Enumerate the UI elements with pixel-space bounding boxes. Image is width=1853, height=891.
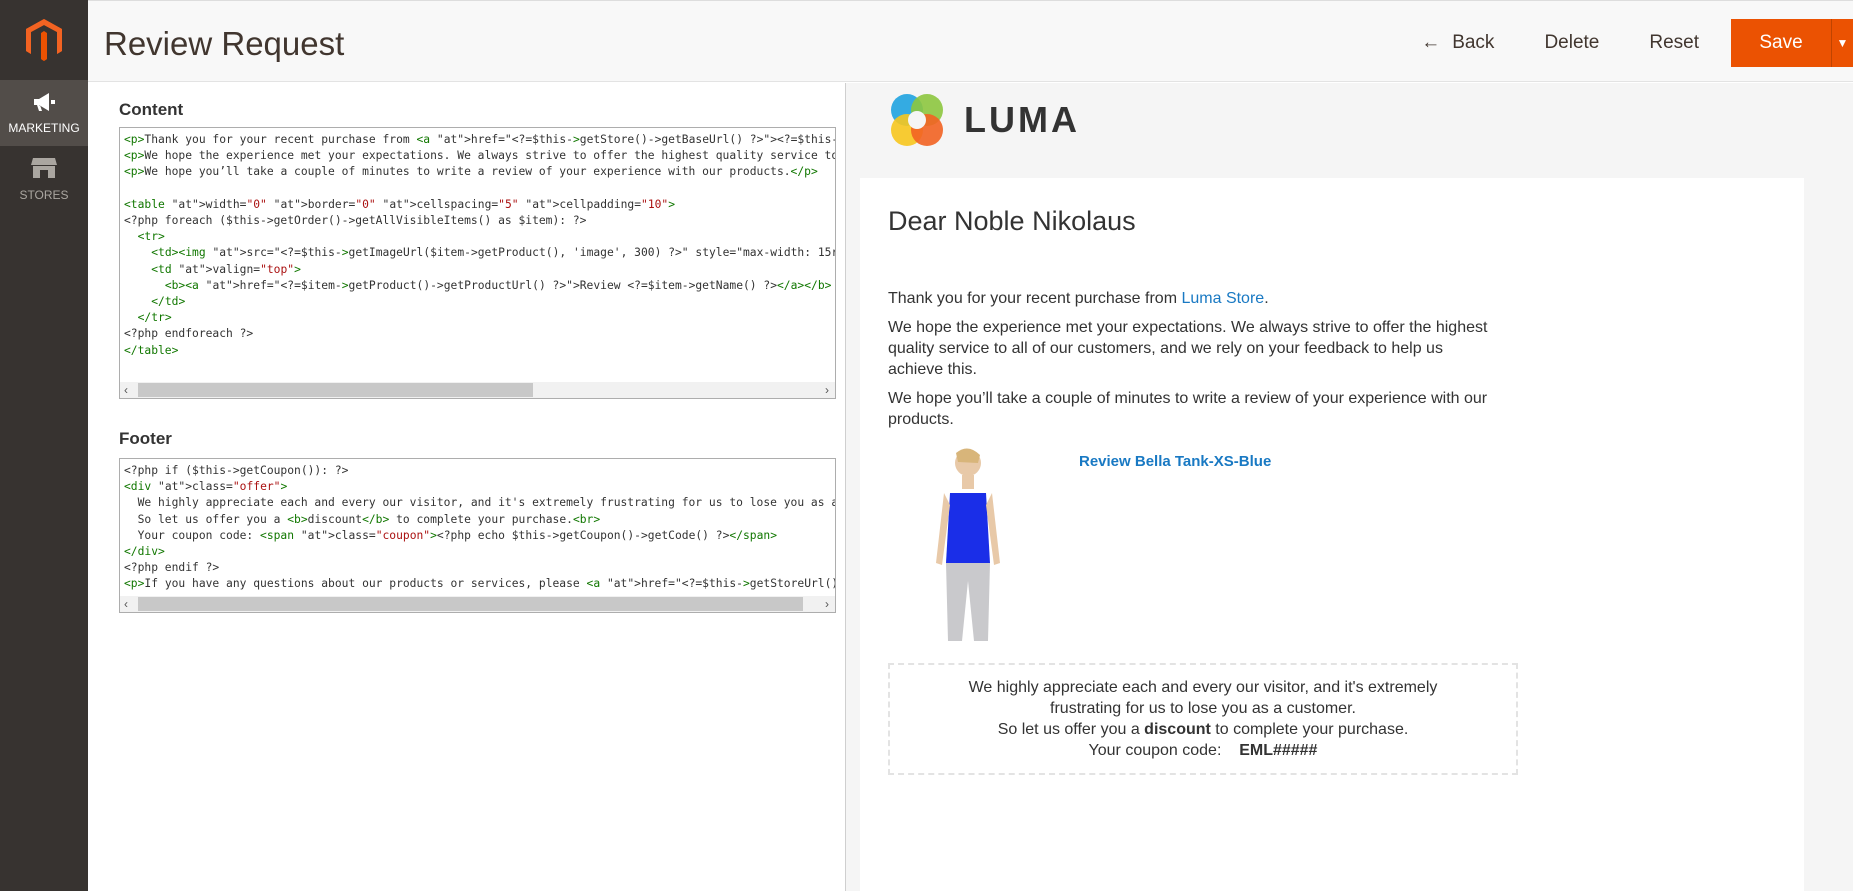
code-line: <?php endforeach ?> <box>124 327 254 341</box>
luma-wordmark: LUMA <box>964 99 1080 140</box>
caret-down-icon: ▼ <box>1836 36 1849 50</box>
store-icon <box>31 157 57 182</box>
back-label: Back <box>1452 32 1495 53</box>
coupon-code: EML##### <box>1239 742 1318 759</box>
text: . <box>1264 290 1269 307</box>
discount-text: discount <box>1144 721 1211 738</box>
code-line: <?php endif ?> <box>124 561 220 575</box>
product-image <box>888 445 1063 645</box>
footer-label: Footer <box>119 429 172 448</box>
sidebar: MARKETING STORES <box>0 0 88 891</box>
coupon-line: Your coupon code: EML##### <box>902 740 1504 761</box>
code-line: <p>Thank you for your recent purchase fr… <box>124 133 835 146</box>
code-line: <p>If you have any questions about our p… <box>124 577 835 591</box>
sidebar-item-marketing[interactable]: MARKETING <box>0 80 88 146</box>
email-preview: LUMA Dear Noble Nikolaus Thank you for y… <box>846 83 1853 891</box>
code-line: <p>We hope the experience met your expec… <box>124 149 835 163</box>
review-paragraph: We hope you’ll take a couple of minutes … <box>888 390 1488 428</box>
offer-discount-line: So let us offer you a discount to comple… <box>902 719 1504 740</box>
thanks-paragraph: Thank you for your recent purchase from … <box>888 288 1488 309</box>
greeting: Dear Noble Nikolaus <box>888 206 1136 236</box>
sidebar-item-stores[interactable]: STORES <box>0 146 88 212</box>
coupon-label: Your coupon code: <box>1088 742 1222 759</box>
text: So let us offer you a <box>997 721 1145 738</box>
content-code[interactable]: <p>Thank you for your recent purchase fr… <box>120 128 835 363</box>
save-button[interactable]: Save <box>1731 19 1831 67</box>
delete-button[interactable]: Delete <box>1519 32 1624 54</box>
scroll-left-icon[interactable]: ‹ <box>124 383 128 397</box>
text: to complete your purchase. <box>1210 721 1409 738</box>
code-line: <?php foreach ($this->getOrder()->getAll… <box>124 214 587 228</box>
sidebar-item-label: STORES <box>19 187 69 202</box>
code-line: </tr> <box>137 311 172 325</box>
code-line: </table> <box>124 343 179 357</box>
product-row: Review Bella Tank-XS-Blue <box>888 445 1776 645</box>
reset-button[interactable]: Reset <box>1624 32 1724 54</box>
scroll-right-icon[interactable]: › <box>825 383 829 397</box>
scroll-thumb[interactable] <box>138 597 803 611</box>
content-label: Content <box>119 100 184 119</box>
email-body: Dear Noble Nikolaus Thank you for your r… <box>860 178 1804 891</box>
code-line: <p>We hope you’ll take a couple of minut… <box>124 165 818 179</box>
code-line: We highly appreciate each and every our … <box>124 496 835 510</box>
code-line: <td><img "at">src="<?=$this->getImageUrl… <box>151 246 835 260</box>
code-line: <div "at">class="offer"> <box>124 480 288 494</box>
footer-code[interactable]: <?php if ($this->getCoupon()): ?> <div "a… <box>120 459 835 597</box>
footer-editor[interactable]: <?php if ($this->getCoupon()): ?> <div "a… <box>119 458 836 613</box>
store-link[interactable]: Luma Store <box>1181 290 1264 307</box>
luma-logo: LUMA <box>888 91 1080 149</box>
scroll-thumb[interactable] <box>138 383 533 397</box>
sidebar-item-label: MARKETING <box>8 120 80 135</box>
megaphone-icon <box>32 92 56 115</box>
content-editor[interactable]: <p>Thank you for your recent purchase fr… <box>119 127 836 399</box>
code-line: <table "at">width="0" "at">border="0" "a… <box>124 197 676 211</box>
code-line: <td "at">valign="top"> <box>151 262 301 276</box>
page-title: Review Request <box>104 25 345 62</box>
expectations-paragraph: We hope the experience met your expectat… <box>888 319 1488 378</box>
arrow-left-icon: ← <box>1421 32 1441 53</box>
editor-panel: Content <p>Thank you for your recent pur… <box>88 83 845 891</box>
code-line: </td> <box>151 295 186 309</box>
code-line: Your coupon code: <span "at">class="coup… <box>124 528 778 542</box>
code-line: </div> <box>124 545 165 559</box>
code-line: <b><a "at">href="<?=$item->getProduct()-… <box>164 278 832 292</box>
text: Thank you for your recent purchase from <box>888 290 1182 307</box>
coupon-offer: We highly appreciate each and every our … <box>888 663 1518 775</box>
magento-logo[interactable] <box>0 0 88 80</box>
code-line: So let us offer you a <b>discount</b> to… <box>124 512 601 526</box>
scroll-left-icon[interactable]: ‹ <box>124 597 128 611</box>
code-line: <?php if ($this->getCoupon()): ?> <box>124 464 349 477</box>
offer-text: We highly appreciate each and every our … <box>968 679 1438 717</box>
review-product-link[interactable]: Review Bella Tank-XS-Blue <box>1079 453 1271 645</box>
save-options-toggle[interactable]: ▼ <box>1831 19 1853 67</box>
scroll-right-icon[interactable]: › <box>825 597 829 611</box>
code-line: <tr> <box>137 230 165 244</box>
back-button[interactable]: ← Back <box>1396 32 1519 54</box>
content-scrollbar[interactable]: ‹ › <box>120 382 835 398</box>
page-header: Review Request ← Back Delete Reset Save ▼ <box>88 0 1853 82</box>
footer-scrollbar[interactable]: ‹ › <box>120 596 835 612</box>
